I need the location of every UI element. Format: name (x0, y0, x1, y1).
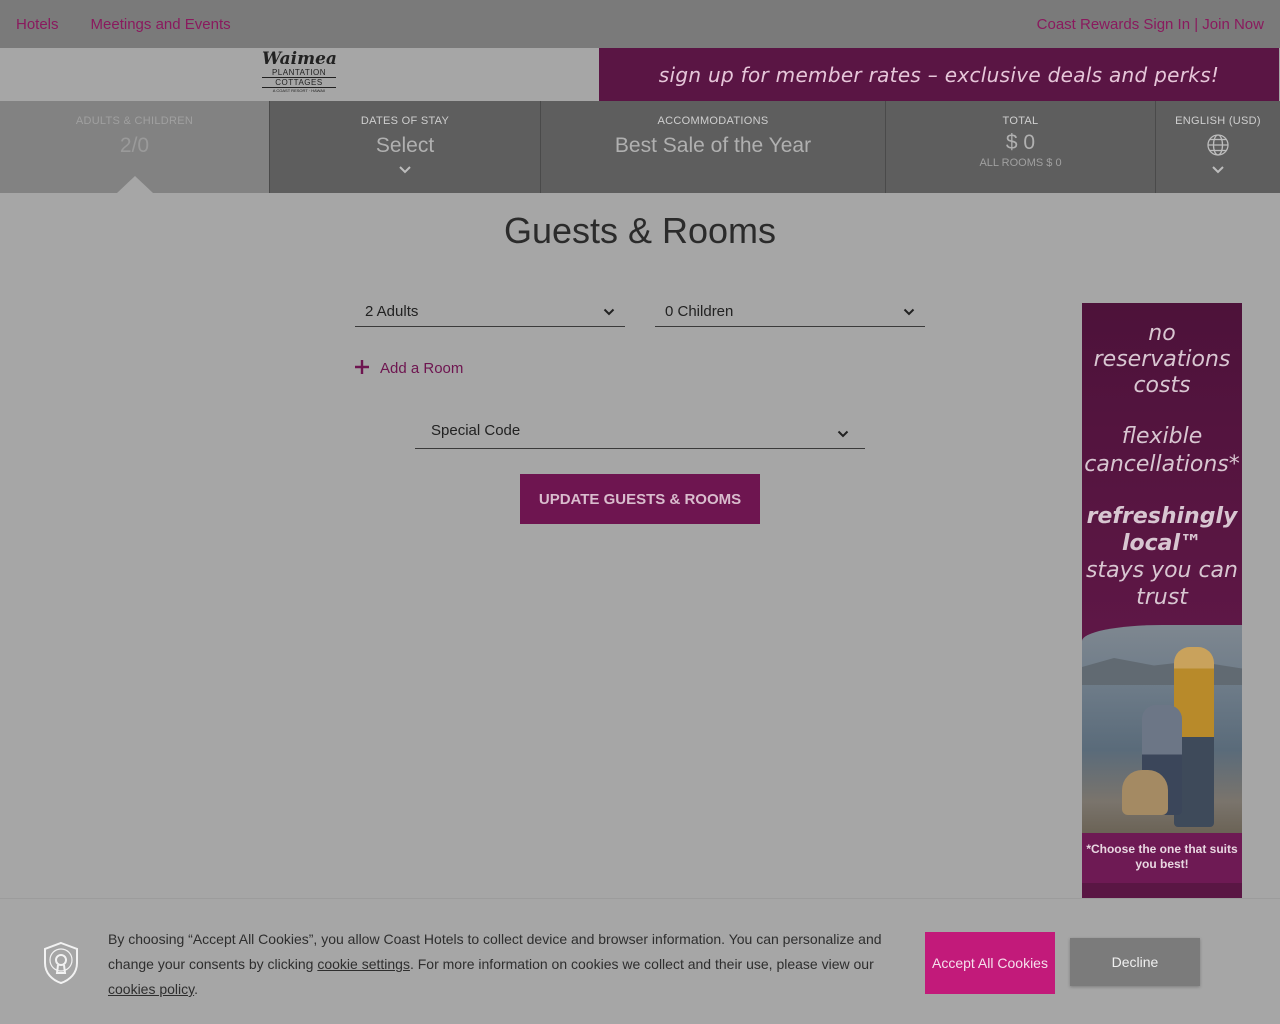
globe-icon (1156, 133, 1280, 162)
total-value: $ 0 (1005, 131, 1036, 154)
chevron-down-icon (1156, 162, 1280, 178)
privacy-shield-icon (42, 941, 80, 985)
language-selector[interactable]: ENGLISH (USD) (1156, 101, 1280, 193)
chevron-down-icon (270, 162, 540, 178)
active-step-pointer (117, 176, 153, 193)
ad-photo-dog (1122, 770, 1168, 815)
guests-label: ADULTS & CHILDREN (75, 115, 194, 127)
logo-line-4: A COAST RESORT · HAWAII (272, 88, 326, 93)
brand-header: Waimea PLANTATION COTTAGES A COAST RESOR… (0, 48, 1280, 101)
children-value: 0 Children (665, 303, 734, 320)
ad-line-2: flexible cancellations* (1084, 424, 1240, 477)
hotel-logo[interactable]: Waimea PLANTATION COTTAGES A COAST RESOR… (262, 49, 337, 100)
accommodations-label: ACCOMMODATIONS (657, 115, 769, 127)
dates-label: DATES OF STAY (360, 115, 450, 127)
children-select[interactable]: 0 Children (655, 297, 925, 327)
dates-step[interactable]: DATES OF STAY Select (270, 101, 541, 193)
language-label: ENGLISH (USD) (1175, 115, 1261, 127)
rewards-signin-link[interactable]: Coast Rewards Sign In | Join Now (1037, 16, 1264, 33)
total-label: TOTAL (1002, 115, 1039, 127)
add-room-label: Add a Room (380, 359, 464, 377)
accommodations-step[interactable]: ACCOMMODATIONS Best Sale of the Year (541, 101, 886, 193)
ad-line-3: refreshingly local™ (1086, 504, 1238, 556)
ad-beach-photo (1082, 625, 1242, 833)
special-code-label: Special Code (431, 422, 521, 439)
page-title: Guests & Rooms (503, 210, 777, 251)
logo-line-1: Waimea (262, 49, 337, 69)
chevron-down-icon (837, 427, 849, 441)
update-guests-rooms-button[interactable]: UPDATE GUESTS & ROOMS (520, 474, 760, 524)
special-code-select[interactable]: Special Code (415, 413, 865, 449)
cookie-settings-link[interactable]: cookie settings (317, 956, 410, 972)
chevron-down-icon (603, 305, 615, 319)
nav-meetings-link[interactable]: Meetings and Events (91, 16, 231, 33)
logo-line-2: PLANTATION (271, 68, 327, 77)
banner-text: sign up for member rates – exclusive dea… (658, 62, 1220, 87)
side-advertisement[interactable]: no reservations costs flexible cancellat… (1082, 303, 1242, 898)
dates-value: Select (375, 134, 435, 157)
ad-text: no reservations costs flexible cancellat… (1082, 321, 1242, 611)
accept-all-cookies-button[interactable]: Accept All Cookies (925, 932, 1055, 994)
total-all-rooms: ALL ROOMS $ 0 (979, 157, 1062, 169)
cookies-policy-link[interactable]: cookies policy (108, 981, 194, 997)
top-nav: Hotels Meetings and Events Coast Rewards… (0, 0, 1280, 48)
nav-hotels-link[interactable]: Hotels (16, 16, 59, 33)
chevron-down-icon (903, 305, 915, 319)
total-step[interactable]: TOTAL $ 0 ALL ROOMS $ 0 (886, 101, 1156, 193)
ad-footnote: *Choose the one that suits you best! (1082, 833, 1242, 883)
add-room-button[interactable]: Add a Room (354, 358, 463, 378)
plus-icon (354, 358, 370, 378)
ad-line-4: stays you can trust (1086, 558, 1238, 610)
cookie-text-after: . (194, 981, 199, 997)
booking-bar: ADULTS & CHILDREN 2/0 DATES OF STAY Sele… (0, 101, 1280, 193)
decline-cookies-button[interactable]: Decline (1070, 938, 1200, 986)
adults-value: 2 Adults (365, 303, 419, 320)
ad-photo-hills (1082, 658, 1242, 685)
cookie-message: By choosing “Accept All Cookies”, you al… (108, 927, 898, 1002)
accommodations-value: Best Sale of the Year (614, 134, 812, 157)
guests-value: 2/0 (119, 134, 150, 157)
logo-line-3: COTTAGES (262, 77, 336, 88)
cookie-text-middle: . For more information on cookies we col… (409, 956, 874, 972)
member-rates-banner[interactable]: sign up for member rates – exclusive dea… (599, 48, 1279, 101)
ad-line-1: no reservations costs (1093, 321, 1231, 398)
adults-select[interactable]: 2 Adults (355, 297, 625, 327)
